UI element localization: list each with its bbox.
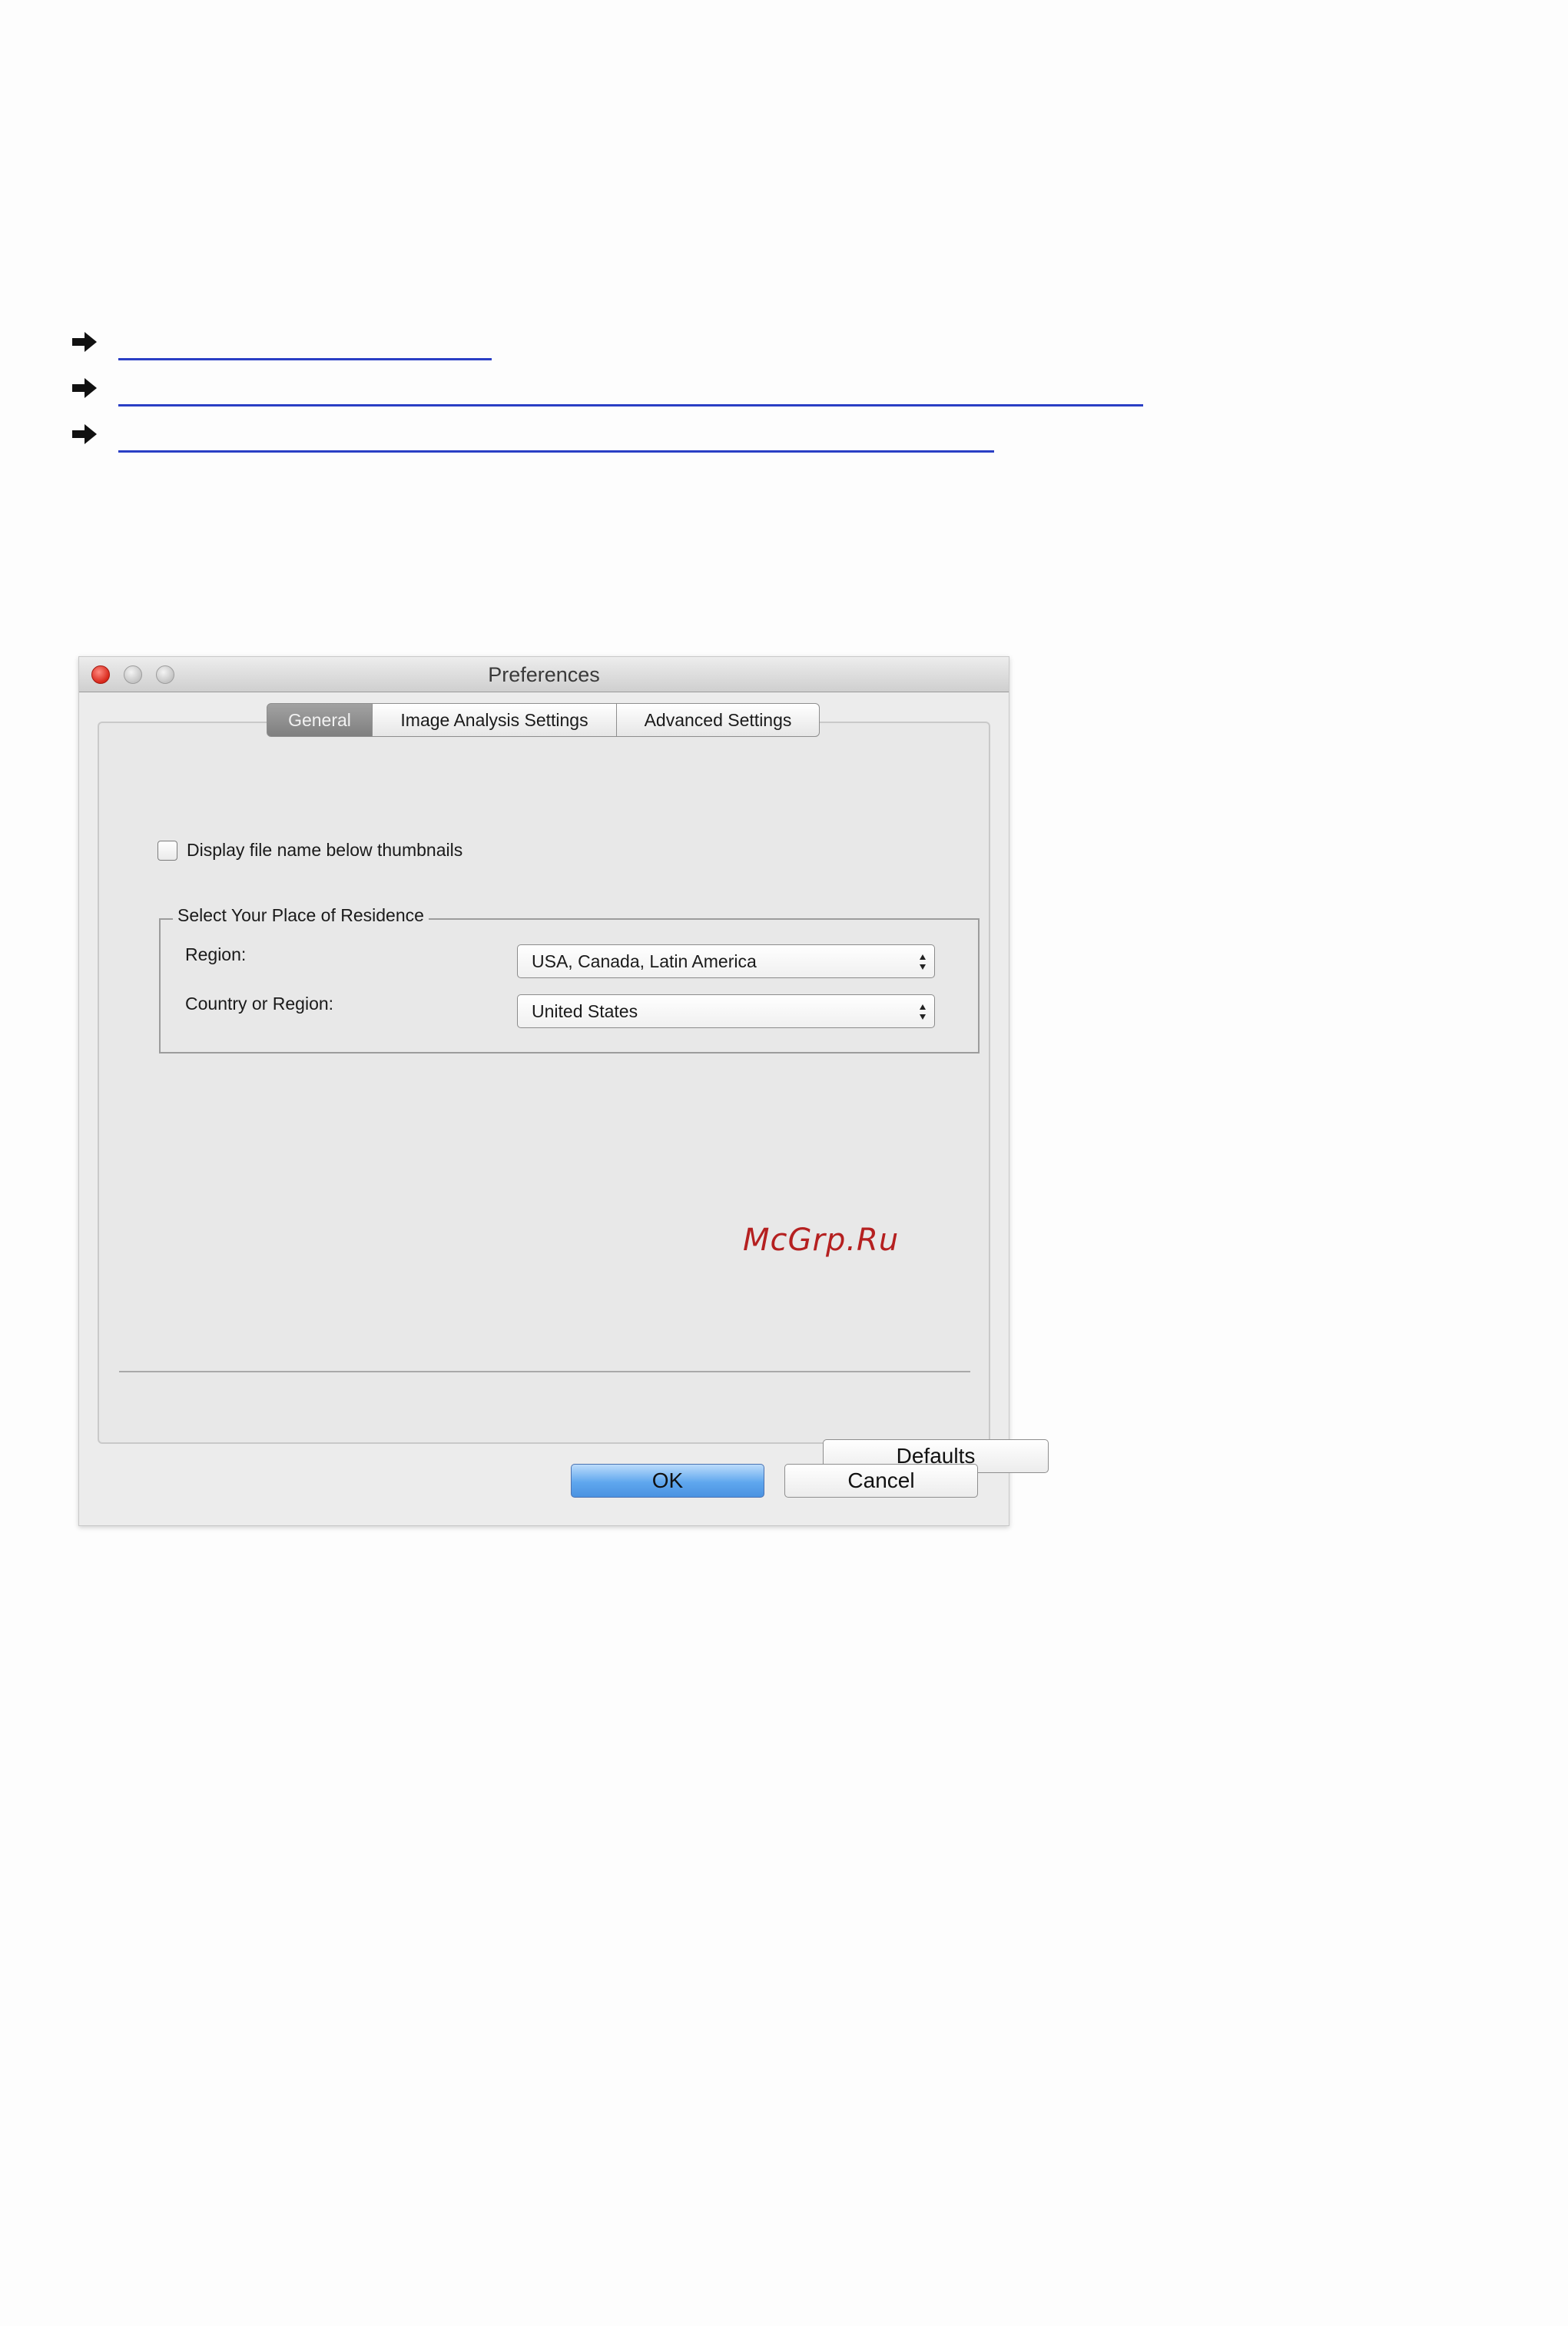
arrow-right-icon [72, 378, 97, 398]
related-links [71, 330, 1300, 469]
link-item[interactable] [71, 423, 1300, 469]
tab-panel: Display file name below thumbnails Selec… [98, 722, 1049, 1473]
tab-general[interactable]: General [267, 703, 373, 737]
region-value: USA, Canada, Latin America [532, 951, 757, 971]
checkbox-label: Display file name below thumbnails [187, 840, 463, 860]
title-bar[interactable]: Preferences [79, 657, 1009, 692]
tab-image-analysis-settings[interactable]: Image Analysis Settings [373, 703, 617, 737]
region-label: Region: [185, 944, 247, 964]
tab-bar: General Image Analysis Settings Advanced… [267, 703, 820, 737]
arrow-right-icon [72, 424, 97, 444]
select-arrows-icon [920, 1004, 926, 1020]
window-title: Preferences [488, 663, 600, 686]
cancel-button[interactable]: Cancel [784, 1464, 978, 1498]
tab-advanced-settings[interactable]: Advanced Settings [617, 703, 820, 737]
divider [119, 1371, 970, 1372]
ok-button[interactable]: OK [571, 1464, 764, 1498]
link-item[interactable] [71, 330, 1300, 377]
arrow-right-icon [72, 332, 97, 352]
watermark-text: McGrp.Ru [743, 1223, 900, 1258]
country-label: Country or Region: [185, 994, 334, 1014]
link-underline[interactable] [118, 404, 1143, 406]
select-arrows-icon [920, 954, 926, 970]
country-select[interactable]: United States [517, 994, 935, 1028]
link-item[interactable] [71, 377, 1300, 423]
thumbnail-filename-option[interactable]: Display file name below thumbnails [157, 840, 462, 861]
display-filename-checkbox[interactable] [157, 840, 177, 861]
link-underline[interactable] [118, 450, 994, 453]
region-select[interactable]: USA, Canada, Latin America [517, 944, 935, 978]
link-underline[interactable] [118, 358, 492, 360]
group-legend: Select Your Place of Residence [173, 905, 429, 926]
country-value: United States [532, 1001, 638, 1021]
residence-group: Select Your Place of Residence Region: U… [159, 905, 980, 1054]
preferences-window: Preferences Display file name below thum… [78, 656, 1049, 1526]
